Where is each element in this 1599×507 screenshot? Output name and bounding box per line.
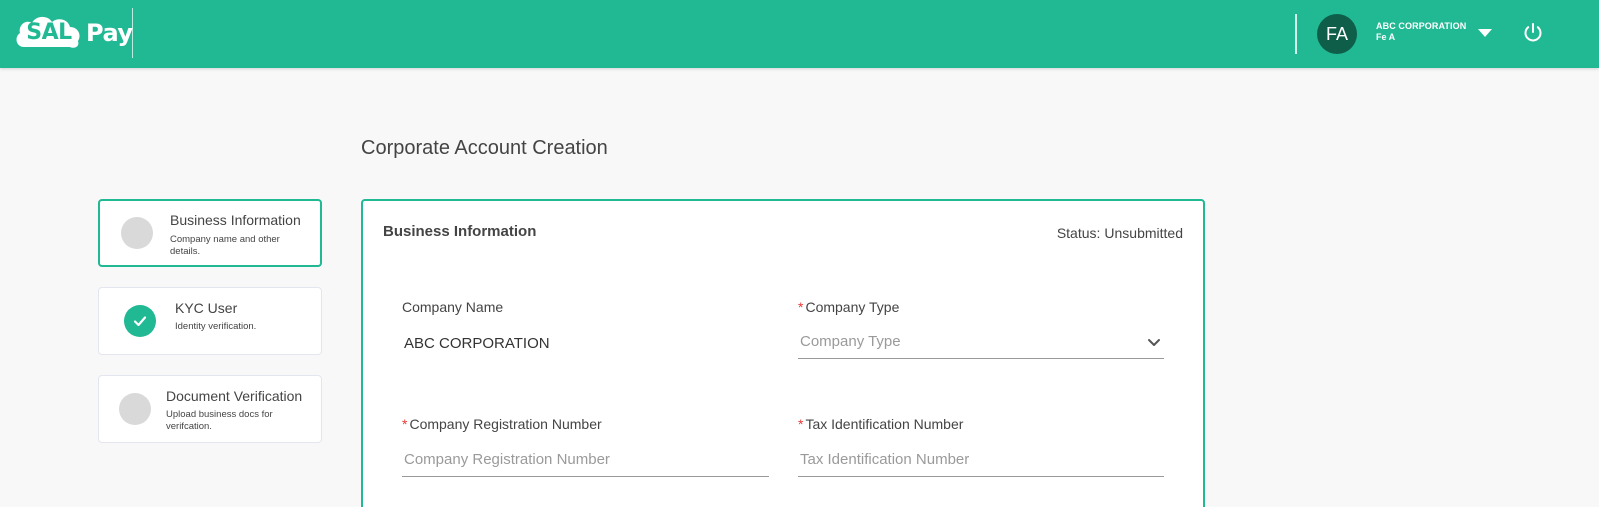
user-display-name: Fe A <box>1376 32 1396 42</box>
status-text: Status: Unsubmitted <box>1057 225 1183 241</box>
business-information-card: Business Information Status: Unsubmitted … <box>361 199 1205 507</box>
required-asterisk: * <box>798 416 804 432</box>
step-business-information[interactable]: Business Information Company name and ot… <box>98 199 322 267</box>
user-company-name: ABC CORPORATION <box>1376 21 1467 31</box>
check-circle-icon <box>124 305 156 337</box>
step-kyc-user[interactable]: KYC User Identity verification. <box>98 287 322 355</box>
user-info[interactable]: ABC CORPORATION Fe A <box>1376 21 1466 42</box>
step-title: Document Verification <box>166 388 303 404</box>
power-logout-icon[interactable] <box>1522 22 1544 44</box>
company-type-label: * Company Type <box>798 299 899 315</box>
logo-cloud-icon: SAL <box>14 13 82 53</box>
step-description: Upload business docs for verifcation. <box>166 409 273 432</box>
page-title: Corporate Account Creation <box>361 137 608 159</box>
status-label: Status: <box>1056 225 1101 241</box>
company-type-select[interactable] <box>798 325 1164 359</box>
status-value: Unsubmitted <box>1104 225 1183 241</box>
registration-number-label: * Company Registration Number <box>402 416 602 432</box>
company-type-label-text: Company Type <box>805 299 900 315</box>
tax-id-label: * Tax Identification Number <box>798 416 963 432</box>
card-title: Business Information <box>383 223 537 240</box>
required-asterisk: * <box>798 299 804 315</box>
step-title: KYC User <box>175 300 238 316</box>
required-asterisk: * <box>402 416 408 432</box>
user-menu-caret-icon[interactable] <box>1478 29 1492 37</box>
tax-id-label-text: Tax Identification Number <box>805 416 964 432</box>
header-divider <box>1295 14 1297 54</box>
top-navbar: SAL Pay FA ABC CORPORATION Fe A <box>0 0 1599 68</box>
logo-mark-text: SAL <box>26 20 72 45</box>
registration-number-label-text: Company Registration Number <box>409 416 602 432</box>
company-name-value: ABC CORPORATION <box>404 335 550 352</box>
step-title: Business Information <box>170 212 301 228</box>
chevron-down-icon[interactable] <box>1147 338 1161 348</box>
company-name-label: Company Name <box>402 299 504 315</box>
tax-id-input[interactable] <box>798 443 1164 477</box>
header-divider <box>132 8 133 58</box>
logo-pay-text: Pay <box>86 19 133 47</box>
registration-number-input[interactable] <box>402 443 769 477</box>
step-pending-circle-icon <box>119 393 151 425</box>
step-document-verification[interactable]: Document Verification Upload business do… <box>98 375 322 443</box>
step-pending-circle-icon <box>121 217 153 249</box>
salpay-logo[interactable]: SAL Pay <box>14 13 133 53</box>
user-avatar[interactable]: FA <box>1317 14 1357 54</box>
step-description: Identity verification. <box>175 321 257 332</box>
step-description: Company name and other details. <box>170 234 280 257</box>
